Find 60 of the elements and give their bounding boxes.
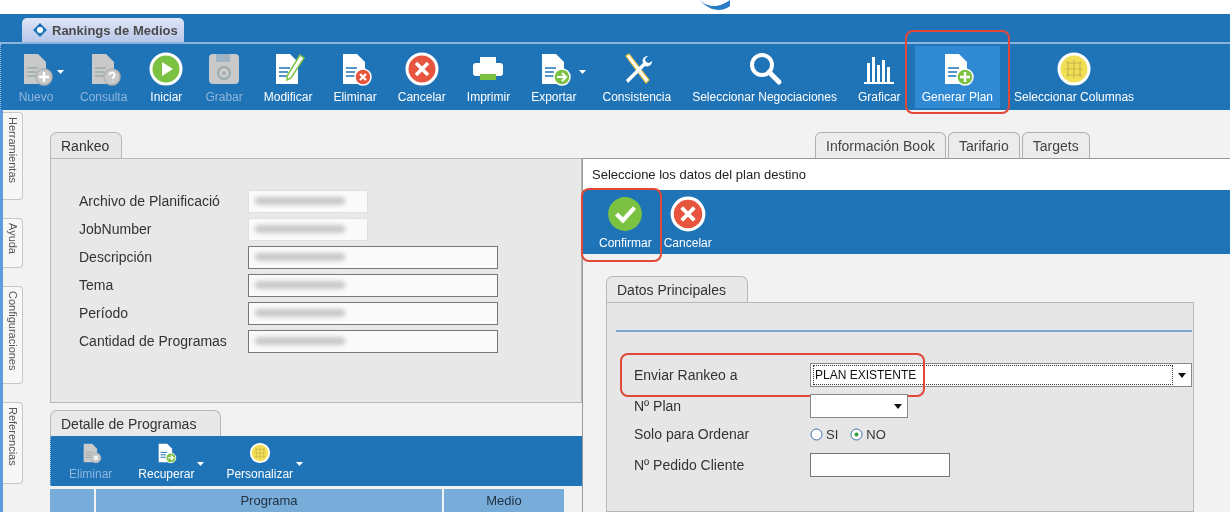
tab[interactable]: Tarifario	[947, 132, 1020, 158]
cancel-icon	[668, 194, 707, 233]
toolbar-button[interactable]: Personalizar	[220, 438, 306, 484]
input-field[interactable]	[248, 273, 498, 297]
caret-icon	[57, 70, 64, 74]
app-logo-icon	[32, 22, 48, 38]
toolbar-button[interactable]: Exportar	[524, 46, 589, 108]
play-icon	[148, 50, 185, 87]
side-tab[interactable]: Referencias	[3, 402, 23, 484]
toolbar-button[interactable]: Seleccionar Columnas	[1007, 46, 1142, 108]
tab[interactable]: Información Book	[815, 132, 946, 158]
input-field[interactable]	[248, 301, 498, 325]
field-label: Enviar Rankeo a	[634, 367, 739, 383]
caret-icon	[296, 462, 304, 466]
field-label: Solo para Ordenar	[634, 426, 751, 442]
dropdown[interactable]: PLAN EXISTENTE	[810, 363, 1192, 387]
column-header[interactable]: Programa	[96, 489, 442, 512]
toolbar-button[interactable]: Graficar	[850, 46, 908, 108]
field-label: Tema	[79, 277, 115, 293]
toolbar-button[interactable]: Imprimir	[459, 46, 518, 108]
toolbar-button[interactable]: Modificar	[256, 46, 320, 108]
dropdown[interactable]	[810, 394, 908, 418]
side-tab[interactable]: Ayuda	[3, 218, 23, 268]
field-label: Nº Pedido Cliente	[634, 457, 746, 473]
input-field[interactable]	[248, 329, 498, 353]
toolbar-button[interactable]: Seleccionar Negociaciones	[685, 46, 844, 108]
radio-option[interactable]: NO	[850, 426, 886, 442]
panel-tab[interactable]: Datos Principales	[606, 276, 748, 302]
caret-icon	[197, 462, 205, 466]
check-icon	[606, 194, 645, 233]
field-label: Período	[79, 305, 130, 321]
logo-icon	[698, 0, 732, 12]
cancel-icon	[403, 50, 440, 87]
toolbar-button[interactable]: Confirmar	[593, 192, 658, 252]
panel-tab[interactable]: Rankeo	[50, 132, 122, 158]
side-tab[interactable]: Herramientas	[3, 112, 23, 200]
grid-circle-icon	[1056, 50, 1093, 87]
tab[interactable]: Targets	[1021, 132, 1090, 158]
toolbar-button[interactable]: Recuperar	[132, 438, 207, 484]
side-tab[interactable]: Configuraciones	[3, 286, 23, 384]
radio-option[interactable]: SI	[810, 426, 839, 442]
document-tab[interactable]: Rankings de Medios	[22, 18, 184, 42]
field-label: Archivo de Planificació	[79, 193, 221, 209]
toolbar-button[interactable]: Iniciar	[141, 46, 192, 108]
input-field[interactable]	[248, 245, 498, 269]
field-label: JobNumber	[79, 221, 153, 237]
toolbar-button[interactable]: Cancelar	[390, 46, 453, 108]
panel-tab[interactable]: Detalle de Programas	[50, 410, 221, 436]
field-label: Nº Plan	[634, 398, 683, 414]
field-label: Descripción	[79, 249, 154, 265]
grid-circle-icon	[248, 441, 271, 464]
input-field[interactable]	[810, 453, 950, 477]
toolbar-button[interactable]: Cancelar	[657, 192, 718, 252]
caret-icon	[579, 70, 587, 74]
dialog-title: Seleccione los datos del plan destino	[592, 167, 806, 183]
column-header[interactable]: Medio	[444, 489, 564, 512]
toolbar-button[interactable]: Generar Plan	[914, 46, 1000, 108]
toolbar-button[interactable]: Consistencia	[595, 46, 679, 108]
field-label: Cantidad de Programas	[79, 333, 228, 349]
toolbar-button[interactable]: Eliminar	[326, 46, 384, 108]
